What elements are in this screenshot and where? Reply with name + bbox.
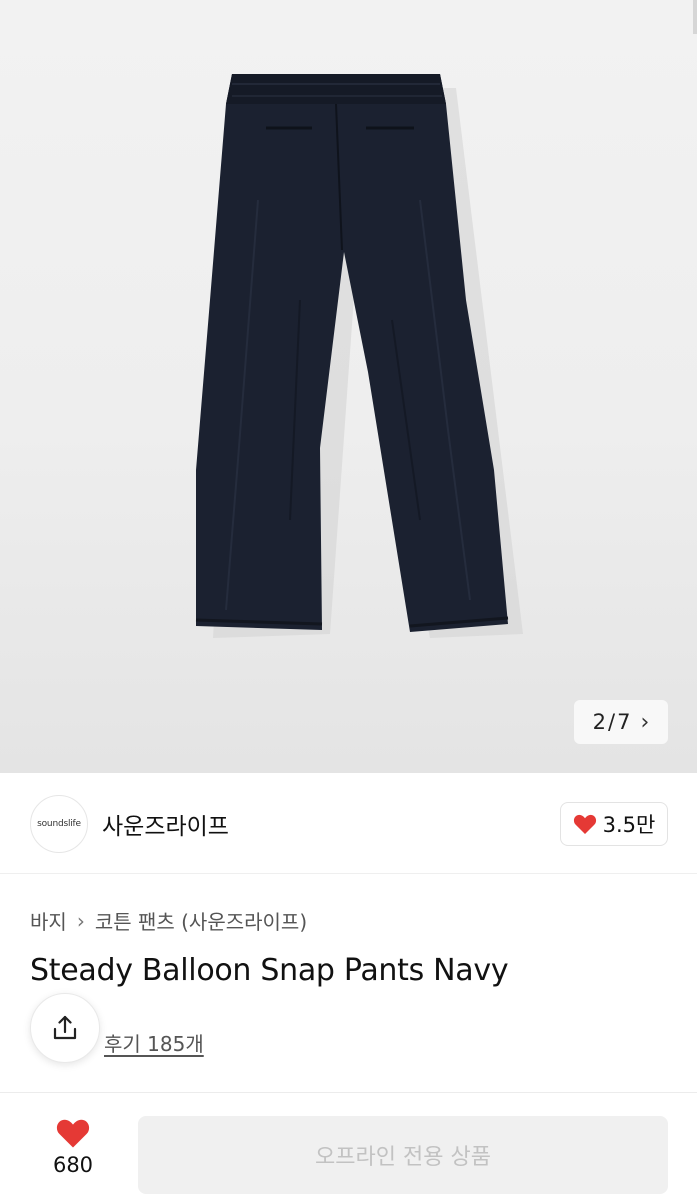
heart-icon <box>573 814 596 834</box>
heart-icon <box>56 1119 90 1148</box>
brand-logo[interactable]: soundslife <box>30 795 88 853</box>
chevron-right-icon: › <box>76 908 85 933</box>
share-icon <box>53 1015 77 1040</box>
product-like-count: 680 <box>52 1153 94 1177</box>
product-like-button[interactable]: 680 <box>36 1117 110 1187</box>
brand-logo-text: soundslife <box>37 819 81 829</box>
chevron-right-icon[interactable]: › <box>641 710 650 735</box>
brand-like-count: 3.5만 <box>602 813 656 837</box>
breadcrumb-subcategory[interactable]: 코튼 팬츠 (사운즈라이프) <box>95 906 307 935</box>
counter-separator: / <box>608 710 616 734</box>
breadcrumb-category[interactable]: 바지 <box>30 906 67 935</box>
image-counter[interactable]: 2 / 7 › <box>574 700 668 744</box>
reviews-link[interactable]: 후기 185개 <box>104 1028 204 1057</box>
breadcrumb: 바지 › 코튼 팬츠 (사운즈라이프) <box>30 906 307 935</box>
product-image-gallery[interactable]: 2 / 7 › <box>0 0 697 773</box>
offline-only-button[interactable]: 오프라인 전용 상품 <box>138 1116 668 1194</box>
share-button[interactable] <box>30 993 100 1063</box>
total-image-number: 7 <box>617 710 631 734</box>
brand-name[interactable]: 사운즈라이프 <box>102 807 229 841</box>
brand-like-button[interactable]: 3.5만 <box>560 802 668 846</box>
product-image-pants <box>195 74 523 638</box>
brand-row: soundslife 사운즈라이프 3.5만 <box>0 773 697 874</box>
current-image-number: 2 <box>592 710 607 734</box>
bottom-action-bar: 680 오프라인 전용 상품 <box>0 1092 697 1201</box>
product-title: Steady Balloon Snap Pants Navy <box>30 953 509 988</box>
